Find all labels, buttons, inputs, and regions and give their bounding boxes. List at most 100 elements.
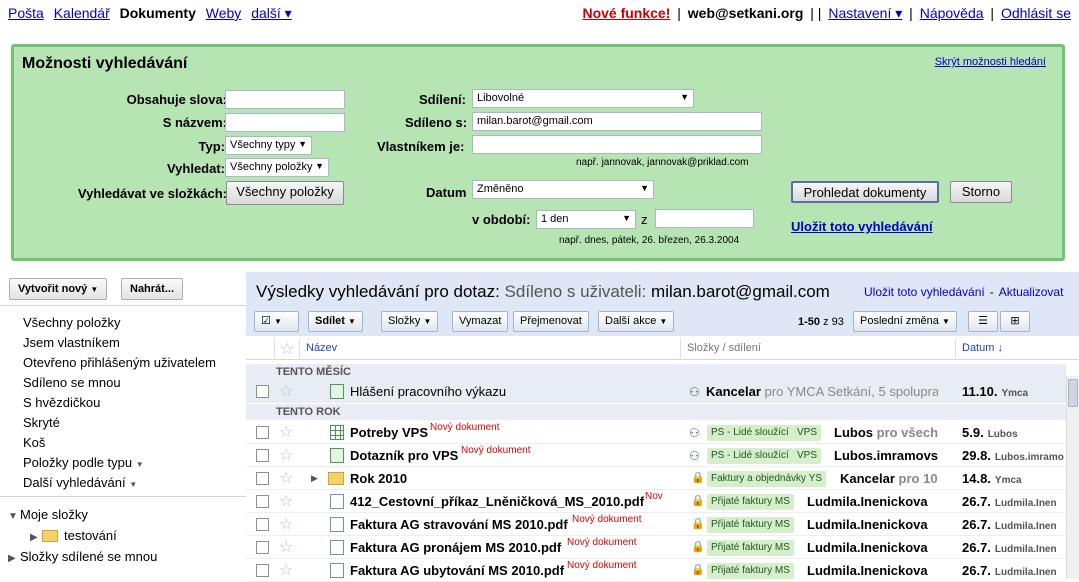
folder-tag[interactable]: Přijaté faktury MS [707,563,794,579]
row-name[interactable]: Potreby VPS [350,425,428,440]
row-checkbox[interactable] [256,495,269,508]
rename-button[interactable]: Přejmenovat [513,311,589,332]
folders-button[interactable]: Všechny položky [226,181,344,205]
nav-mail[interactable]: Pošta [8,5,44,21]
nav-shared-with-me[interactable]: Sdíleno se mnou [23,373,216,393]
scrollbar-thumb[interactable] [1068,379,1078,407]
collapsed-triangle-icon[interactable]: ▶ [30,527,42,548]
search-documents-button[interactable]: Prohledat dokumenty [791,181,939,203]
row-name[interactable]: 412_Cestovní_příkaz_Lněničková_MS_2010.p… [350,494,644,509]
row-checkbox[interactable] [256,518,269,531]
lock-icon: 🔒 [691,518,705,530]
folder-tag[interactable]: VPS [793,448,822,464]
collapsed-triangle-icon[interactable]: ▶ [8,548,20,569]
nav-starred[interactable]: S hvězdičkou [23,393,216,413]
shared-with-input[interactable]: milan.barot@gmail.com [472,112,762,131]
table-row[interactable]: ☆ Hlášení pracovního výkazu ⚇ Kancelar p… [246,380,1066,403]
refresh-link[interactable]: Aktualizovat [999,285,1064,299]
table-row[interactable]: ☆ Faktura AG stravování MS 2010.pdf Nový… [246,513,1066,536]
table-row[interactable]: ☆ 412_Cestovní_příkaz_Lněničková_MS_2010… [246,490,1066,513]
nav-calendar[interactable]: Kalendář [54,5,110,21]
folders-menu-button[interactable]: Složky ▼ [381,311,439,332]
table-row[interactable]: ☆ Dotazník pro VPS Nový dokument ⚇ PS - … [246,444,1066,467]
sharing-select[interactable]: Libovolné ▼ [472,89,694,108]
share-button[interactable]: Sdílet ▼ [308,311,363,332]
grid-view-button[interactable]: ⊞ [1000,311,1030,332]
table-row[interactable]: ☆ Faktura AG pronájem MS 2010.pdf Nový d… [246,536,1066,559]
signout-link[interactable]: Odhlásit se [1001,5,1071,21]
row-checkbox[interactable] [256,385,269,398]
star-icon[interactable]: ☆ [279,560,293,580]
table-row[interactable]: ☆ Potreby VPS Nový dokument ⚇ PS - Lidé … [246,421,1066,444]
new-features-link[interactable]: Nové funkce! [582,5,670,21]
my-folders[interactable]: ▼ Moje složky [8,504,157,525]
nav-all-items[interactable]: Všechny položky [23,313,216,333]
help-link[interactable]: Nápověda [920,5,984,21]
folder-tag[interactable]: Faktury a objednávky YS [707,471,826,487]
folder-tag[interactable]: Přijaté faktury MS [707,540,794,556]
row-name[interactable]: Faktura AG stravování MS 2010.pdf [350,517,568,532]
folder-testovani[interactable]: ▶ testování [8,525,157,546]
folder-tag[interactable]: Přijaté faktury MS [707,494,794,510]
delete-button[interactable]: Vymazat [452,311,509,332]
expanded-triangle-icon[interactable]: ▼ [8,506,20,527]
nav-trash[interactable]: Koš [23,433,216,453]
upload-button[interactable]: Nahrát... [121,278,184,300]
row-name[interactable]: Faktura AG ubytování MS 2010.pdf [350,563,564,578]
type-select[interactable]: Všechny typy ▼ [225,136,312,155]
star-icon[interactable]: ☆ [279,445,293,465]
star-icon[interactable]: ☆ [279,514,293,534]
row-checkbox[interactable] [256,472,269,485]
row-name[interactable]: Hlášení pracovního výkazu [350,384,506,399]
folder-tag[interactable]: VPS [793,425,822,441]
cancel-button[interactable]: Storno [950,181,1012,203]
more-actions-button[interactable]: Další akce ▼ [598,311,675,332]
row-name[interactable]: Rok 2010 [350,471,407,486]
list-view-button[interactable]: ☰ [968,311,998,332]
search-scope-select[interactable]: Všechny položky ▼ [225,158,329,177]
nav-hidden[interactable]: Skryté [23,413,216,433]
nav-owned-by-me[interactable]: Jsem vlastníkem [23,333,216,353]
date-select[interactable]: Změněno ▼ [472,180,654,199]
vertical-scrollbar[interactable] [1066,376,1079,579]
sort-dropdown[interactable]: Poslední změna ▼ [853,311,957,332]
star-icon[interactable]: ☆ [279,491,293,511]
folder-tag[interactable]: PS - Lidé sloužící [707,425,793,441]
column-name[interactable]: Název [306,342,337,354]
star-icon[interactable]: ☆ [279,468,293,488]
shared-folders[interactable]: ▶ Složky sdílené se mnou [8,546,157,567]
folder-tag[interactable]: PS - Lidé sloužící [707,448,793,464]
row-name[interactable]: Dotazník pro VPS [350,448,458,463]
star-icon[interactable]: ☆ [279,381,293,401]
nav-by-type[interactable]: Položky podle typu ▼ [23,453,216,473]
hide-options-link[interactable]: Skrýt možnosti hledání [935,56,1046,68]
star-header-icon[interactable]: ☆ [280,339,294,359]
save-search-link[interactable]: Uložit toto vyhledávání [791,219,933,234]
period-to-input[interactable] [655,209,754,228]
star-icon[interactable]: ☆ [279,422,293,442]
period-select[interactable]: 1 den ▼ [536,210,636,229]
page-range: 1-50 [798,316,821,328]
save-search-header-link[interactable]: Uložit toto vyhledávání [864,285,985,299]
folder-tag[interactable]: Přijaté faktury MS [707,517,794,533]
nav-documents[interactable]: Dokumenty [120,5,196,21]
nav-sites[interactable]: Weby [206,5,242,21]
row-name[interactable]: Faktura AG pronájem MS 2010.pdf [350,540,561,555]
star-icon[interactable]: ☆ [279,537,293,557]
row-checkbox[interactable] [256,564,269,577]
contains-input[interactable] [225,90,345,109]
row-checkbox[interactable] [256,541,269,554]
create-new-button[interactable]: Vytvořit nový ▼ [9,278,108,300]
row-checkbox[interactable] [256,449,269,462]
name-input[interactable] [225,113,345,132]
nav-opened-by-me[interactable]: Otevřeno přihlášeným uživatelem [23,353,216,373]
column-date[interactable]: Datum ↓ [962,342,1003,354]
table-row[interactable]: ☆ ▶ Rok 2010 🔒 Faktury a objednávky YS K… [246,467,1066,490]
owner-input[interactable] [472,135,762,154]
nav-more[interactable]: další ▾ [251,5,292,21]
settings-link[interactable]: Nastavení ▾ [828,5,902,21]
expand-triangle-icon[interactable]: ▶ [311,473,318,484]
select-dropdown[interactable]: ☑ ▼ [254,311,299,332]
row-checkbox[interactable] [256,426,269,439]
nav-more-searches[interactable]: Další vyhledávání ▼ [23,473,216,493]
